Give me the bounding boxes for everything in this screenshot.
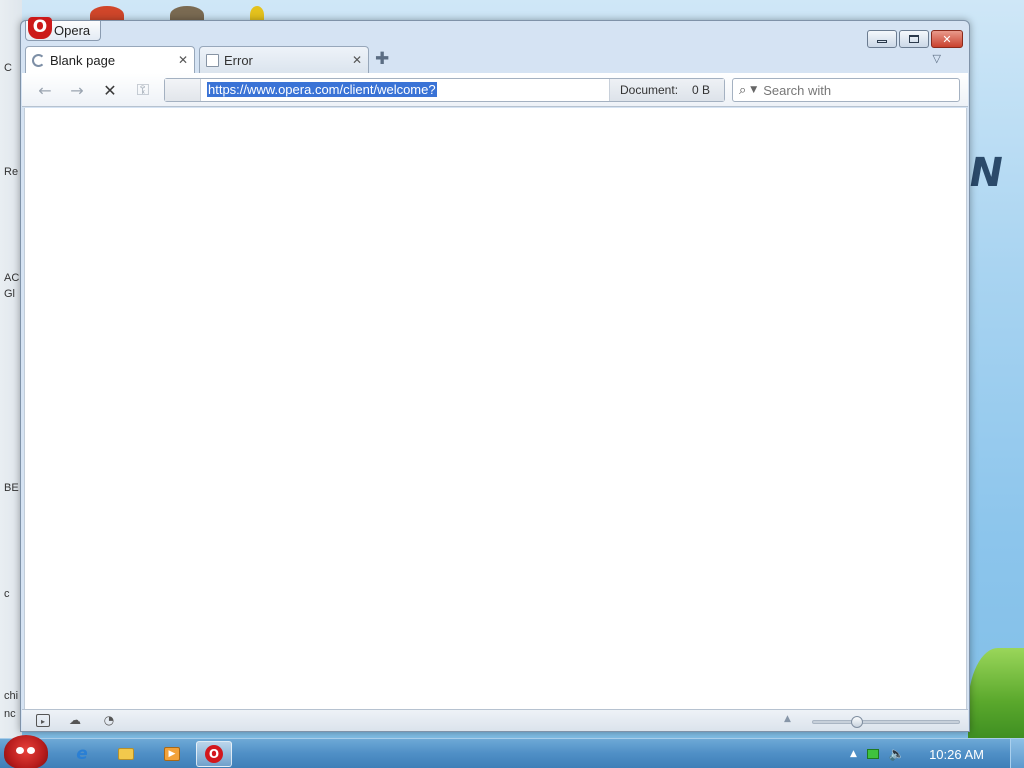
cloud-icon[interactable]: ☁ xyxy=(68,714,82,727)
document-size-indicator: Document: 0 B xyxy=(609,79,724,101)
minimize-icon xyxy=(877,39,887,43)
search-input[interactable] xyxy=(763,82,934,98)
opera-menu-button[interactable]: O Opera xyxy=(25,17,102,41)
zoom-slider[interactable] xyxy=(812,716,960,728)
search-icon[interactable]: ⌕ xyxy=(739,83,746,98)
desktop-icon-label[interactable]: BE xyxy=(4,482,19,494)
browser-window: O Opera ✕ Blank page ✕ Error ✕ ✚ ▽ ← → ✕… xyxy=(20,17,970,732)
taskbar-internet-explorer[interactable]: e xyxy=(64,741,100,767)
tab-close-icon[interactable]: ✕ xyxy=(352,53,362,67)
tab-blank-page[interactable]: Blank page ✕ xyxy=(25,46,195,73)
internet-explorer-icon: e xyxy=(76,744,88,764)
tray-expand-icon[interactable]: ▲ xyxy=(850,749,857,759)
desktop-icon-label[interactable]: C xyxy=(4,62,12,74)
zoom-arrow-icon[interactable]: ▲ xyxy=(784,714,791,724)
show-desktop-button[interactable] xyxy=(1010,739,1024,768)
wallpaper-grass xyxy=(968,648,1024,738)
status-bar: ▸ ☁ ◔ ▲ xyxy=(22,709,968,731)
volume-icon[interactable]: 🔈 xyxy=(889,747,905,762)
start-logo-eye xyxy=(27,747,35,754)
tab-menu-chevron-icon[interactable]: ▽ xyxy=(933,52,941,65)
clock[interactable]: 10:26 AM xyxy=(929,747,984,762)
opera-logo-icon: O xyxy=(28,17,52,39)
search-engine-dropdown-icon[interactable]: ▼ xyxy=(750,85,757,95)
app-title: Opera xyxy=(54,23,91,38)
zoom-slider-thumb[interactable] xyxy=(851,716,863,728)
opera-icon: O xyxy=(205,745,223,763)
document-size-label: Document: xyxy=(620,83,679,97)
address-text[interactable]: https://www.opera.com/client/welcome? xyxy=(207,82,437,97)
panel-toggle-icon[interactable]: ▸ xyxy=(36,714,50,727)
tab-close-icon[interactable]: ✕ xyxy=(178,53,188,67)
stop-icon[interactable]: ✕ xyxy=(99,79,121,101)
network-icon[interactable] xyxy=(866,749,879,759)
document-size-value: 0 B xyxy=(692,83,711,97)
start-logo-eye xyxy=(16,747,24,754)
tab-error[interactable]: Error ✕ xyxy=(199,46,369,73)
start-button[interactable] xyxy=(4,735,48,768)
back-icon[interactable]: ← xyxy=(34,79,56,101)
desktop-icon-label[interactable]: Gl xyxy=(4,288,15,300)
taskbar-opera[interactable]: O xyxy=(196,741,232,767)
address-input[interactable]: https://www.opera.com/client/welcome? xyxy=(205,81,605,99)
key-icon[interactable]: ⚿ xyxy=(132,79,154,101)
close-icon: ✕ xyxy=(942,32,952,46)
desktop-icon-label[interactable]: AC xyxy=(4,272,19,284)
forward-icon[interactable]: → xyxy=(66,79,88,101)
page-content[interactable] xyxy=(24,108,967,709)
maximize-icon xyxy=(909,35,919,43)
loading-icon xyxy=(32,53,45,67)
system-tray: ▲ 🔈 10:26 AM xyxy=(850,739,984,768)
speed-icon[interactable]: ◔ xyxy=(102,714,116,727)
desktop-icon-strip: C Re AC Gl BE c chi nc xyxy=(0,0,22,738)
document-icon xyxy=(206,53,219,67)
address-bar[interactable]: https://www.opera.com/client/welcome? Do… xyxy=(164,78,725,102)
tab-label: Blank page xyxy=(50,52,116,68)
media-player-icon: ▶ xyxy=(164,747,180,761)
desktop-icon-label[interactable]: chi xyxy=(4,690,18,702)
search-field[interactable]: ⌕ ▼ xyxy=(732,78,960,102)
desktop-icon-label[interactable]: nc xyxy=(4,708,16,720)
tab-bar: Blank page ✕ Error ✕ ✚ ▽ xyxy=(25,46,945,73)
taskbar-windows-explorer[interactable] xyxy=(108,741,144,767)
taskbar: e ▶ O ▲ 🔈 10:26 AM xyxy=(0,735,1024,768)
navigation-toolbar: ← → ✕ ⚿ https://www.opera.com/client/wel… xyxy=(22,73,968,107)
desktop-icon-label[interactable]: c xyxy=(4,588,10,600)
folder-icon xyxy=(118,748,134,760)
site-info-badge[interactable] xyxy=(165,79,201,101)
new-tab-icon[interactable]: ✚ xyxy=(375,51,389,68)
tab-label: Error xyxy=(224,52,253,68)
taskbar-media-player[interactable]: ▶ xyxy=(154,741,190,767)
desktop-icon-label[interactable]: Re xyxy=(4,166,18,178)
